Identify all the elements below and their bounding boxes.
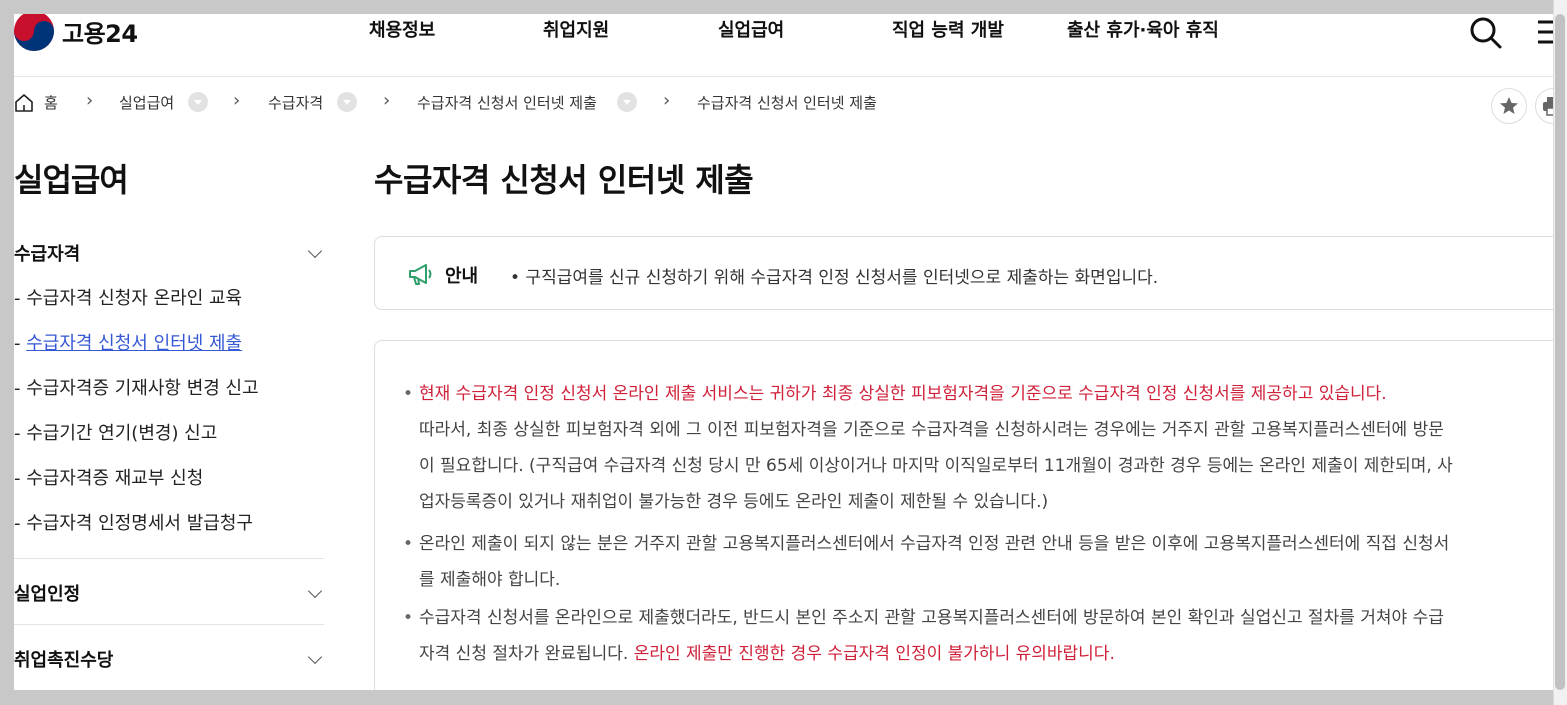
search-icon[interactable]: [1469, 16, 1503, 50]
star-icon: [1500, 97, 1518, 114]
sidebar-group-label: 취업촉진수당: [14, 650, 114, 671]
home-icon[interactable]: [14, 93, 34, 113]
logo-text: 고용24: [62, 19, 138, 48]
sidebar-group-label: 수급자격: [14, 244, 81, 265]
sidebar-item-period-extension[interactable]: - 수급기간 연기(변경) 신고: [14, 419, 217, 445]
info-content-box: • 현재 수급자격 인정 신청서 온라인 제출 서비스는 귀하가 최종 상실한 …: [374, 340, 1553, 690]
site-header: 고용24 채용정보 취업지원 실업급여 직업 능력 개발 출산 휴가·육아 휴직: [14, 14, 1553, 77]
sidebar-item-prefix: -: [14, 333, 27, 354]
info-paragraph-3: • 수급자격 신청서를 온라인으로 제출했더라도, 반드시 본인 주소지 관할 …: [403, 600, 1549, 672]
breadcrumb-separator-icon: ›: [86, 90, 94, 111]
sidebar-item-certificate-request[interactable]: - 수급자격 인정명세서 발급청구: [14, 509, 253, 535]
breadcrumb-dropdown-3[interactable]: [617, 92, 637, 112]
breadcrumb-separator-icon: ›: [233, 90, 241, 111]
taegeuk-logo-icon: [14, 14, 54, 51]
scrollbar-thumb[interactable]: [1555, 14, 1565, 690]
breadcrumb-item-3[interactable]: 수급자격 신청서 인터넷 제출: [417, 92, 597, 113]
gnb-item-vocational-training[interactable]: 직업 능력 개발: [892, 16, 1004, 42]
sidebar-title: 실업급여: [14, 161, 129, 199]
print-icon: [1543, 97, 1553, 116]
megaphone-icon: [409, 264, 432, 285]
info-text-plain: 자격 신청 절차가 완료됩니다.: [419, 644, 629, 664]
sidebar-group-unemployment-recognition[interactable]: 실업인정: [14, 580, 324, 606]
breadcrumb-home[interactable]: 홈: [44, 92, 58, 113]
site-logo[interactable]: 고용24: [14, 14, 138, 51]
info-text-line: 온라인 제출이 되지 않는 분은 거주지 관할 고용복지플러스센터에서 수급자격…: [419, 534, 1450, 554]
info-text-line: 수급자격 신청서를 온라인으로 제출했더라도, 반드시 본인 주소지 관할 고용…: [419, 608, 1444, 628]
info-paragraph-2: • 온라인 제출이 되지 않는 분은 거주지 관할 고용복지플러스센터에서 수급…: [403, 526, 1549, 598]
sidebar-group-label: 실업인정: [14, 584, 81, 605]
notice-label: 안내: [445, 266, 479, 287]
menu-icon[interactable]: [1536, 18, 1553, 46]
sidebar-item-reissue[interactable]: - 수급자격증 재교부 신청: [14, 464, 203, 490]
bullet-icon: •: [403, 534, 414, 554]
breadcrumb-dropdown-2[interactable]: [337, 92, 357, 112]
gnb-item-jobs[interactable]: 채용정보: [369, 16, 435, 42]
breadcrumb-current: 수급자격 신청서 인터넷 제출: [697, 94, 877, 112]
info-paragraph-1: • 현재 수급자격 인정 신청서 온라인 제출 서비스는 귀하가 최종 상실한 …: [403, 376, 1549, 520]
page-frame: 고용24 채용정보 취업지원 실업급여 직업 능력 개발 출산 휴가·육아 휴직…: [14, 14, 1553, 690]
favorite-button[interactable]: [1491, 88, 1527, 124]
breadcrumb-item-2[interactable]: 수급자격: [268, 92, 323, 113]
gnb-item-unemployment-benefit[interactable]: 실업급여: [718, 16, 784, 42]
sidebar-item-internet-submission[interactable]: - 수급자격 신청서 인터넷 제출: [14, 329, 242, 355]
sidebar-item-online-education[interactable]: - 수급자격 신청자 온라인 교육: [14, 284, 242, 310]
sidebar-divider: [14, 624, 324, 625]
breadcrumb-separator-icon: ›: [383, 90, 391, 111]
info-warning-text: 온라인 제출만 진행한 경우 수급자격 인정이 불가하니 유의바랍니다.: [633, 644, 1115, 664]
notice-box: 안내 • 구직급여를 신규 신청하기 위해 수급자격 인정 신청서를 인터넷으로…: [374, 236, 1553, 310]
print-button[interactable]: [1535, 88, 1553, 124]
page-title: 수급자격 신청서 인터넷 제출: [374, 161, 754, 199]
info-text-line: 따라서, 최종 상실한 피보험자격 외에 그 이전 피보험자격을 기준으로 수급…: [419, 420, 1444, 440]
breadcrumb-dropdown-1[interactable]: [188, 92, 208, 112]
sidebar-item-link[interactable]: 수급자격 신청서 인터넷 제출: [26, 333, 242, 354]
info-text-line: 자격 신청 절차가 완료됩니다. 온라인 제출만 진행한 경우 수급자격 인정이…: [419, 636, 1549, 672]
bullet-icon: •: [403, 608, 414, 628]
gnb-item-employment-support[interactable]: 취업지원: [543, 16, 609, 42]
info-text-line: 를 제출해야 합니다.: [419, 570, 561, 590]
breadcrumb-separator-icon: ›: [663, 90, 671, 111]
info-text-line: 업자등록증이 있거나 재취업이 불가능한 경우 등에도 온라인 제출이 제한될 …: [419, 492, 1049, 512]
sidebar-group-reemployment-allowance[interactable]: 취업촉진수당: [14, 646, 324, 672]
sidebar-item-change-report[interactable]: - 수급자격증 기재사항 변경 신고: [14, 374, 259, 400]
bullet-icon: •: [403, 384, 414, 404]
info-warning-text: 현재 수급자격 인정 신청서 온라인 제출 서비스는 귀하가 최종 상실한 피보…: [419, 384, 1387, 404]
sidebar-group-eligibility[interactable]: 수급자격: [14, 240, 324, 266]
info-text-line: 이 필요합니다. (구직급여 수급자격 신청 당시 만 65세 이상이거나 마지…: [419, 456, 1453, 476]
gnb-item-parental-leave[interactable]: 출산 휴가·육아 휴직: [1067, 16, 1219, 42]
notice-text: • 구직급여를 신규 신청하기 위해 수급자격 인정 신청서를 인터넷으로 제출…: [510, 268, 1159, 288]
breadcrumb-item-1[interactable]: 실업급여: [119, 92, 174, 113]
sidebar-divider: [14, 558, 324, 559]
